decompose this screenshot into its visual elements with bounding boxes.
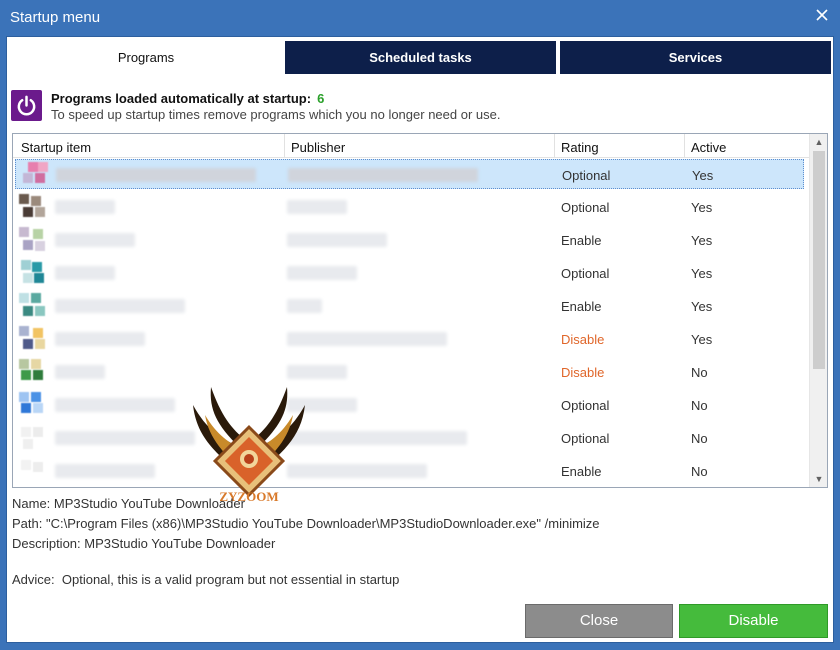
publisher-redacted bbox=[287, 431, 467, 445]
app-icon bbox=[18, 160, 48, 190]
tab-scheduled-tasks[interactable]: Scheduled tasks bbox=[285, 41, 556, 74]
active-status: Yes bbox=[692, 168, 714, 183]
table-row[interactable]: Disable Yes bbox=[15, 324, 804, 354]
detail-path: Path: "C:\Program Files (x86)\MP3Studio … bbox=[12, 516, 600, 531]
startup-heading: Programs loaded automatically at startup… bbox=[51, 91, 324, 106]
app-icon bbox=[17, 291, 47, 321]
startup-heading-text: Programs loaded automatically at startup… bbox=[51, 91, 312, 106]
active-status: Yes bbox=[691, 200, 713, 215]
publisher-redacted bbox=[287, 200, 347, 214]
col-active[interactable]: Active bbox=[691, 140, 726, 155]
table-row[interactable]: Enable No bbox=[15, 456, 804, 486]
startup-subtitle: To speed up startup times remove program… bbox=[51, 107, 501, 122]
table-row[interactable]: Disable No bbox=[15, 357, 804, 387]
active-status: Yes bbox=[691, 233, 713, 248]
rating: Optional bbox=[561, 200, 610, 215]
table-row[interactable]: Optional No bbox=[15, 390, 804, 420]
app-icon bbox=[17, 357, 47, 387]
table-row[interactable]: Optional Yes bbox=[15, 192, 804, 222]
startup-item-name-redacted bbox=[55, 299, 185, 313]
scroll-thumb[interactable] bbox=[813, 151, 825, 369]
power-icon bbox=[11, 90, 42, 121]
close-icon[interactable] bbox=[814, 7, 830, 23]
publisher-redacted bbox=[287, 233, 387, 247]
close-button[interactable]: Close bbox=[525, 604, 673, 638]
app-icon bbox=[17, 423, 47, 453]
app-icon bbox=[17, 324, 47, 354]
active-status: Yes bbox=[691, 299, 713, 314]
startup-item-name-redacted bbox=[55, 233, 135, 247]
disable-button[interactable]: Disable bbox=[679, 604, 828, 638]
rating: Optional bbox=[561, 266, 610, 281]
app-icon bbox=[17, 192, 47, 222]
rating: Enable bbox=[561, 464, 602, 479]
rating: Disable bbox=[561, 365, 605, 380]
startup-list[interactable]: Startup item Publisher Rating Active Opt… bbox=[12, 133, 828, 488]
startup-item-name-redacted bbox=[56, 168, 256, 182]
app-icon bbox=[17, 456, 47, 486]
active-status: No bbox=[691, 464, 708, 479]
publisher-redacted bbox=[287, 332, 447, 346]
startup-item-name-redacted bbox=[55, 398, 175, 412]
rating: Enable bbox=[561, 299, 602, 314]
rating: Enable bbox=[561, 233, 602, 248]
table-row[interactable]: Optional Yes bbox=[15, 258, 804, 288]
active-status: Yes bbox=[691, 266, 713, 281]
table-row[interactable]: Optional Yes bbox=[15, 159, 804, 189]
publisher-redacted bbox=[287, 299, 322, 313]
rating: Optional bbox=[561, 431, 610, 446]
publisher-redacted bbox=[288, 168, 478, 182]
col-publisher[interactable]: Publisher bbox=[291, 140, 345, 155]
dialog-body: Programs Scheduled tasks Services Progra… bbox=[6, 36, 834, 643]
active-status: No bbox=[691, 365, 708, 380]
col-rating[interactable]: Rating bbox=[561, 140, 599, 155]
table-row[interactable]: Enable Yes bbox=[15, 291, 804, 321]
publisher-redacted bbox=[287, 266, 357, 280]
active-status: Yes bbox=[691, 332, 713, 347]
active-status: No bbox=[691, 431, 708, 446]
advice-text: Optional, this is a valid program but no… bbox=[61, 572, 400, 587]
tab-services[interactable]: Services bbox=[560, 41, 831, 74]
startup-item-name-redacted bbox=[55, 365, 105, 379]
active-status: No bbox=[691, 398, 708, 413]
rating: Optional bbox=[562, 168, 611, 183]
tab-programs[interactable]: Programs bbox=[11, 41, 281, 74]
app-icon bbox=[17, 258, 47, 288]
rating: Optional bbox=[561, 398, 610, 413]
detail-description: Description: MP3Studio YouTube Downloade… bbox=[12, 536, 276, 551]
tab-strip: Programs Scheduled tasks Services bbox=[7, 41, 835, 75]
advice-label: Advice: bbox=[12, 572, 55, 587]
scroll-down-icon[interactable]: ▼ bbox=[813, 473, 825, 485]
window-title: Startup menu bbox=[10, 9, 101, 26]
startup-item-name-redacted bbox=[55, 266, 115, 280]
vertical-scrollbar[interactable]: ▲ ▼ bbox=[809, 134, 827, 487]
startup-item-name-redacted bbox=[55, 431, 195, 445]
advice-line: Advice: Optional, this is a valid progra… bbox=[12, 572, 399, 587]
table-row[interactable]: Enable Yes bbox=[15, 225, 804, 255]
startup-item-name-redacted bbox=[55, 464, 155, 478]
startup-item-name-redacted bbox=[55, 332, 145, 346]
title-bar: Startup menu bbox=[0, 0, 840, 36]
rating: Disable bbox=[561, 332, 605, 347]
detail-name: Name: MP3Studio YouTube Downloader bbox=[12, 496, 245, 511]
startup-item-name-redacted bbox=[55, 200, 115, 214]
app-icon bbox=[17, 225, 47, 255]
app-icon bbox=[17, 390, 47, 420]
table-row[interactable]: Optional No bbox=[15, 423, 804, 453]
startup-count: 6 bbox=[317, 91, 325, 106]
col-startup-item[interactable]: Startup item bbox=[21, 140, 91, 155]
scroll-up-icon[interactable]: ▲ bbox=[813, 136, 825, 148]
publisher-redacted bbox=[287, 365, 347, 379]
column-header-row: Startup item Publisher Rating Active bbox=[13, 134, 809, 158]
